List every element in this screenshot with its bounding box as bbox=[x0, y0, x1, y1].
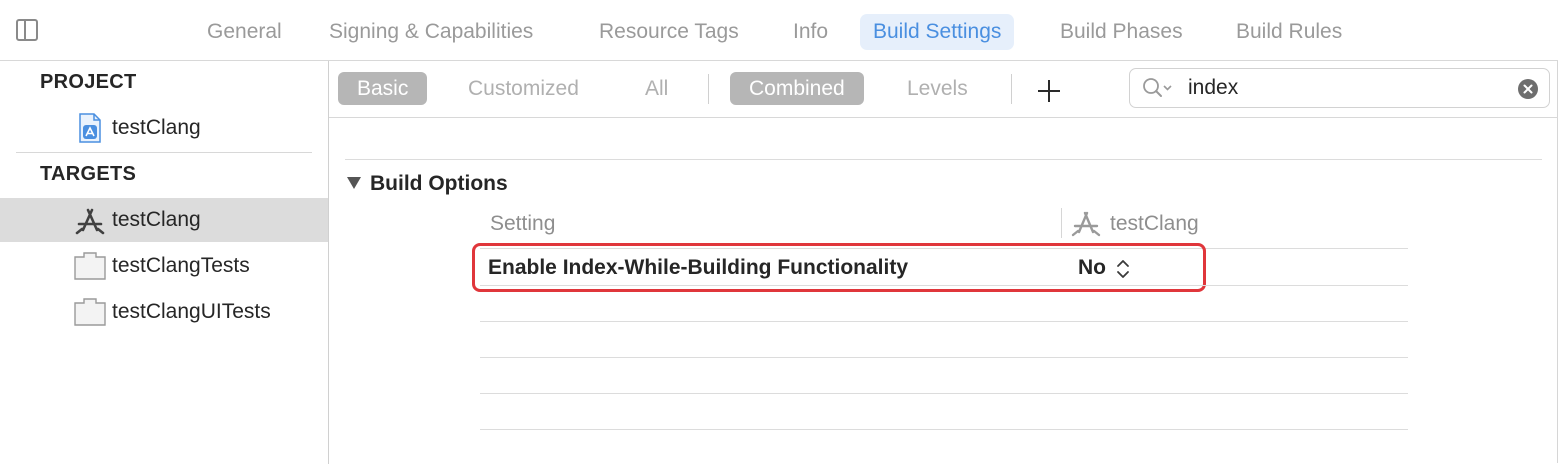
bundle-icon bbox=[74, 298, 106, 326]
add-setting-plus-icon[interactable] bbox=[1037, 73, 1061, 107]
sidebar-item-target-testclangtests[interactable]: testClangTests bbox=[0, 244, 328, 288]
tab-build-phases[interactable]: Build Phases bbox=[1047, 14, 1196, 50]
tab-resource-tags[interactable]: Resource Tags bbox=[586, 14, 752, 50]
sidebar-item-label: testClangTests bbox=[112, 254, 250, 277]
view-combined-button[interactable]: Combined bbox=[730, 72, 864, 105]
search-field[interactable] bbox=[1129, 68, 1550, 108]
build-settings-filter-bar: Basic Customized All Combined Levels bbox=[329, 61, 1558, 118]
filter-separator bbox=[1011, 74, 1012, 104]
view-levels-button[interactable]: Levels bbox=[888, 72, 987, 105]
search-icon[interactable] bbox=[1142, 77, 1174, 99]
setting-column-header: Setting bbox=[490, 212, 556, 235]
sidebar-item-label: testClang bbox=[112, 116, 201, 139]
sidebar-toggle-icon[interactable] bbox=[16, 19, 38, 41]
row-divider bbox=[480, 321, 1408, 322]
filter-all-button[interactable]: All bbox=[626, 72, 687, 105]
sidebar-item-target-testclang[interactable]: testClang bbox=[0, 198, 328, 242]
project-navigator-sidebar: PROJECT testClang TARGETS testClang test… bbox=[0, 61, 329, 464]
sidebar-item-project-testclang[interactable]: testClang bbox=[0, 106, 328, 150]
targets-section-header: TARGETS bbox=[40, 163, 137, 185]
tab-info[interactable]: Info bbox=[780, 14, 841, 50]
app-target-icon bbox=[1071, 211, 1101, 237]
sidebar-item-label: testClang bbox=[112, 208, 201, 231]
filter-basic-button[interactable]: Basic bbox=[338, 72, 428, 105]
build-options-section-title: Build Options bbox=[370, 172, 508, 195]
tab-build-rules[interactable]: Build Rules bbox=[1223, 14, 1355, 50]
close-icon bbox=[1523, 84, 1533, 94]
row-divider bbox=[480, 357, 1408, 358]
tab-general[interactable]: General bbox=[194, 14, 295, 50]
search-input[interactable] bbox=[1188, 74, 1508, 102]
editor-tab-bar: General Signing & Capabilities Resource … bbox=[0, 0, 1558, 61]
row-divider bbox=[480, 429, 1408, 430]
sidebar-item-label: testClangUITests bbox=[112, 300, 271, 323]
app-target-icon bbox=[75, 208, 105, 235]
filter-customized-button[interactable]: Customized bbox=[449, 72, 598, 105]
tab-build-settings[interactable]: Build Settings bbox=[860, 14, 1015, 50]
filter-separator bbox=[708, 74, 709, 104]
bundle-icon bbox=[74, 252, 106, 280]
tab-signing-capabilities[interactable]: Signing & Capabilities bbox=[316, 14, 546, 50]
project-section-header: PROJECT bbox=[40, 71, 137, 93]
disclosure-triangle-icon[interactable] bbox=[347, 177, 361, 189]
project-file-icon bbox=[79, 113, 101, 143]
sidebar-item-target-testclanguitests[interactable]: testClangUITests bbox=[0, 290, 328, 334]
section-divider bbox=[345, 159, 1542, 160]
clear-search-icon[interactable] bbox=[1518, 79, 1538, 99]
sidebar-divider bbox=[16, 152, 312, 153]
build-settings-content: Build Options Setting testClang Enable I… bbox=[329, 118, 1558, 464]
target-column-header: testClang bbox=[1110, 212, 1199, 235]
column-separator bbox=[1061, 208, 1062, 238]
row-divider bbox=[480, 285, 1408, 286]
row-divider bbox=[480, 393, 1408, 394]
